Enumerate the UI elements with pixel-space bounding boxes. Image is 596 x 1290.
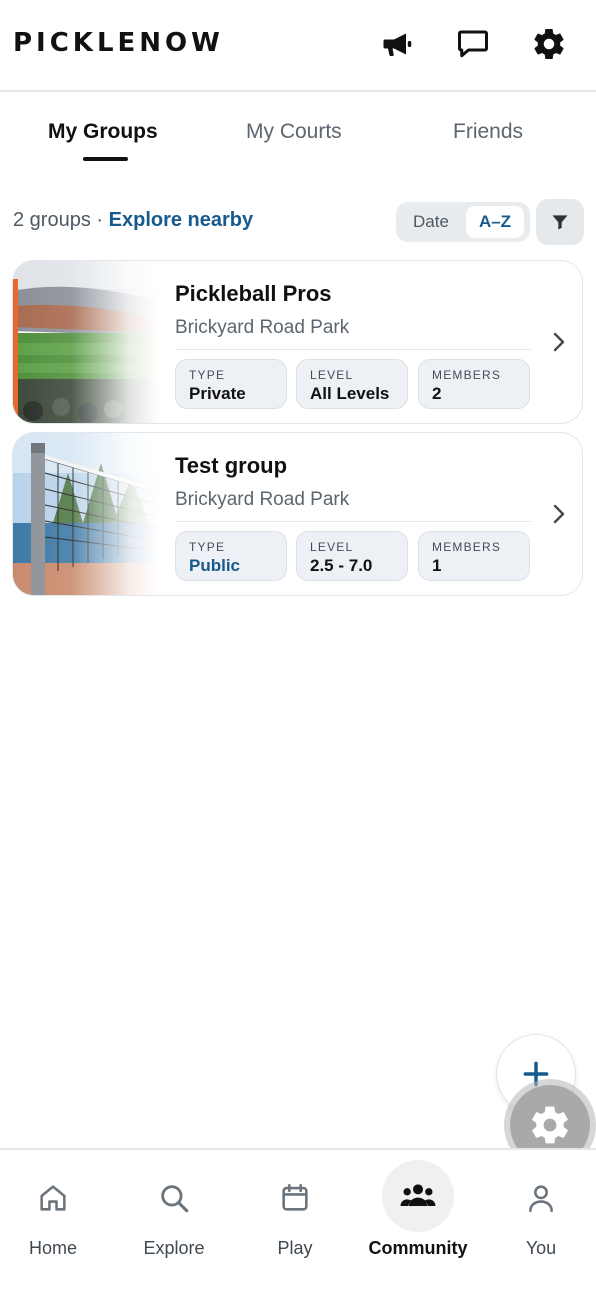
- calendar-icon: [282, 1183, 308, 1211]
- nav-label: Explore: [143, 1238, 205, 1258]
- search-icon: [161, 1185, 189, 1213]
- tab-bar: My Groups My Courts Friends: [0, 92, 596, 172]
- gear-icon: [532, 1106, 568, 1144]
- separator-dot: ·: [96, 209, 104, 231]
- announcements-button[interactable]: [377, 24, 417, 64]
- nav-explore[interactable]: Explore: [119, 1160, 229, 1270]
- members-chip: MEMBERS 1: [418, 531, 530, 581]
- card-accent-bar: [13, 279, 18, 423]
- nav-label: Play: [277, 1238, 313, 1258]
- nav-label: Home: [28, 1238, 77, 1258]
- sort-toggle: Date A–Z: [396, 202, 530, 242]
- type-chip: TYPE Public: [175, 531, 287, 581]
- sort-az-option[interactable]: A–Z: [466, 206, 524, 238]
- bottom-nav: Home Explore Play Community You: [0, 1148, 596, 1290]
- tab-friends[interactable]: Friends: [453, 120, 523, 144]
- chip-value: 1: [432, 556, 442, 575]
- chip-value: Public: [189, 556, 241, 575]
- nav-label: Community: [368, 1238, 468, 1258]
- level-chip: LEVEL All Levels: [296, 359, 408, 409]
- app-logo: PICKLENOW: [13, 28, 224, 58]
- chip-value: All Levels: [310, 384, 390, 403]
- messages-button[interactable]: [453, 24, 493, 64]
- chip-label: LEVEL: [310, 368, 354, 382]
- card-divider: [175, 521, 531, 522]
- card-divider: [175, 349, 531, 350]
- tennis-net-photo: [13, 433, 159, 595]
- nav-you[interactable]: You: [486, 1160, 596, 1270]
- group-name: Test group: [175, 453, 288, 478]
- chip-label: TYPE: [189, 368, 226, 382]
- chip-label: LEVEL: [310, 540, 354, 554]
- megaphone-icon: [383, 33, 412, 56]
- group-location: Brickyard Road Park: [175, 317, 350, 338]
- chat-icon: [458, 30, 488, 58]
- level-chip: LEVEL 2.5 - 7.0: [296, 531, 408, 581]
- gear-icon: [534, 29, 564, 60]
- filter-button[interactable]: [536, 199, 584, 245]
- active-tab-indicator: [83, 157, 128, 161]
- chip-value: 2: [432, 384, 442, 403]
- tab-my-courts[interactable]: My Courts: [246, 120, 342, 144]
- explore-nearby-link[interactable]: Explore nearby: [109, 209, 254, 231]
- chip-label: MEMBERS: [432, 540, 502, 554]
- group-name: Pickleball Pros: [175, 281, 332, 306]
- sort-date-option[interactable]: Date: [402, 206, 460, 238]
- person-icon: [529, 1185, 553, 1213]
- home-icon: [40, 1185, 66, 1211]
- filter-icon: [552, 215, 568, 230]
- chip-value: Private: [189, 384, 246, 403]
- members-chip: MEMBERS 2: [418, 359, 530, 409]
- chevron-right-icon: [553, 504, 565, 524]
- settings-button[interactable]: [529, 24, 569, 64]
- group-card[interactable]: Pickleball Pros Brickyard Road Park TYPE…: [12, 260, 583, 424]
- nav-play[interactable]: Play: [240, 1160, 350, 1270]
- group-location: Brickyard Road Park: [175, 489, 350, 510]
- chip-label: MEMBERS: [432, 368, 502, 382]
- groups-summary: 2 groups · Explore nearby: [13, 209, 253, 232]
- people-icon: [400, 1184, 436, 1206]
- tab-my-groups[interactable]: My Groups: [48, 120, 158, 144]
- stadium-photo: [13, 261, 159, 423]
- group-card[interactable]: Test group Brickyard Road Park TYPE Publ…: [12, 432, 583, 596]
- nav-home[interactable]: Home: [0, 1160, 108, 1270]
- chip-value: 2.5 - 7.0: [310, 556, 373, 575]
- app-header: PICKLENOW: [0, 0, 596, 92]
- type-chip: TYPE Private: [175, 359, 287, 409]
- nav-community[interactable]: Community: [363, 1160, 473, 1270]
- chevron-right-icon: [553, 332, 565, 352]
- chip-label: TYPE: [189, 540, 226, 554]
- groups-count: 2 groups: [13, 209, 91, 231]
- nav-label: You: [525, 1238, 557, 1258]
